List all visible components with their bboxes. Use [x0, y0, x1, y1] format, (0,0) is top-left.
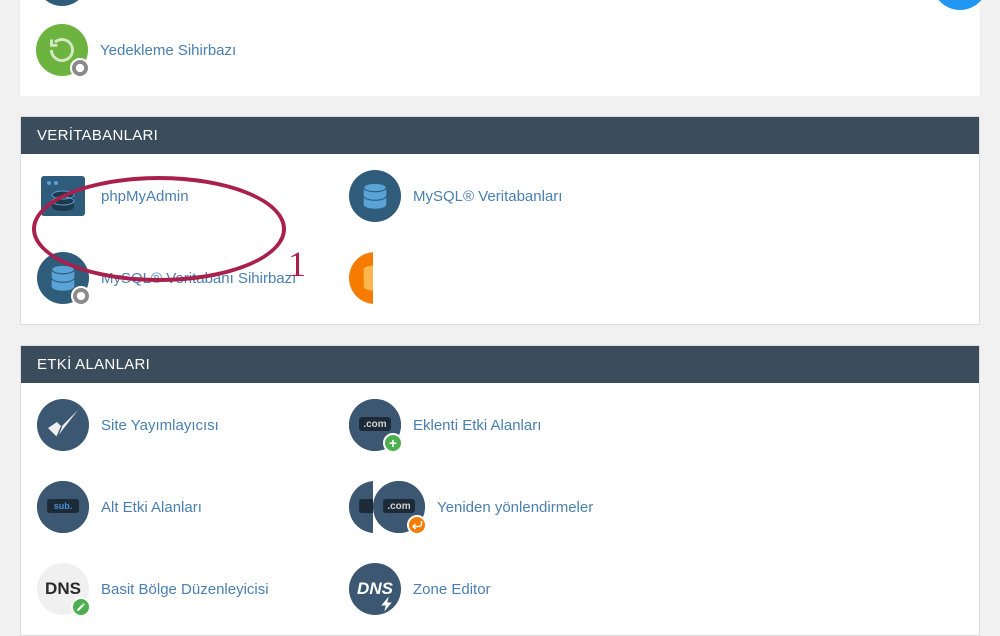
simple-zone-label: Basit Bölge Düzenleyicisi — [101, 581, 269, 598]
partial-domain-item[interactable] — [349, 481, 373, 533]
backup-wizard-item[interactable]: Yedekleme Sihirbazı — [36, 24, 348, 76]
site-publisher-label: Site Yayımlayıcısı — [101, 417, 219, 434]
simple-zone-icon: DNS — [37, 563, 89, 615]
subdomains-item[interactable]: sub. Alt Etki Alanları — [37, 481, 349, 533]
annotation-number: 1 — [288, 243, 306, 285]
site-publisher-item[interactable]: Site Yayımlayıcısı — [37, 399, 349, 451]
svg-text:.com: .com — [363, 419, 386, 430]
panel-domains: ETKİ ALANLARI Site Yayımlayıcısı — [20, 345, 980, 636]
phpmyadmin-label: phpMyAdmin — [101, 188, 189, 205]
mysql-wizard-label: MySQL® Veritabanı Sihirbazı — [101, 270, 296, 287]
subdomains-label: Alt Etki Alanları — [101, 499, 202, 516]
backup-wizard-label: Yedekleme Sihirbazı — [100, 42, 236, 59]
panel-domains-header: ETKİ ALANLARI — [21, 346, 979, 383]
mysql-databases-item[interactable]: MySQL® Veritabanları — [349, 170, 661, 222]
addon-domains-label: Eklenti Etki Alanları — [413, 417, 541, 434]
mysql-wizard-icon — [37, 252, 89, 304]
addon-domains-item[interactable]: .com + Eklenti Etki Alanları — [349, 399, 661, 451]
panel-databases-header: VERİTABANLARI — [21, 117, 979, 154]
svg-text:sub.: sub. — [54, 501, 73, 511]
partial-db-icon — [349, 252, 373, 304]
redirects-label: Yeniden yönlendirmeler — [437, 499, 593, 516]
mysql-icon — [349, 170, 401, 222]
redirects-item[interactable]: .com Yeniden yönlendirmeler — [373, 481, 685, 533]
zone-editor-label: Zone Editor — [413, 581, 491, 598]
partial-db-item[interactable] — [349, 252, 373, 304]
backup-wizard-icon — [36, 24, 88, 76]
zone-editor-item[interactable]: DNS Zone Editor — [349, 563, 661, 615]
phpmyadmin-icon — [37, 170, 89, 222]
site-publisher-icon — [37, 399, 89, 451]
panel-databases: VERİTABANLARI phpMyAdmin — [20, 116, 980, 325]
simple-zone-item[interactable]: DNS Basit Bölge Düzenleyicisi — [37, 563, 349, 615]
subdomains-icon: sub. — [37, 481, 89, 533]
mysql-databases-label: MySQL® Veritabanları — [413, 188, 562, 205]
redirects-icon: .com — [373, 481, 425, 533]
svg-text:.com: .com — [387, 501, 410, 512]
zone-editor-icon: DNS — [349, 563, 401, 615]
partial-domain-icon — [349, 481, 373, 533]
phpmyadmin-item[interactable]: phpMyAdmin — [37, 170, 349, 222]
addon-domains-icon: .com + — [349, 399, 401, 451]
